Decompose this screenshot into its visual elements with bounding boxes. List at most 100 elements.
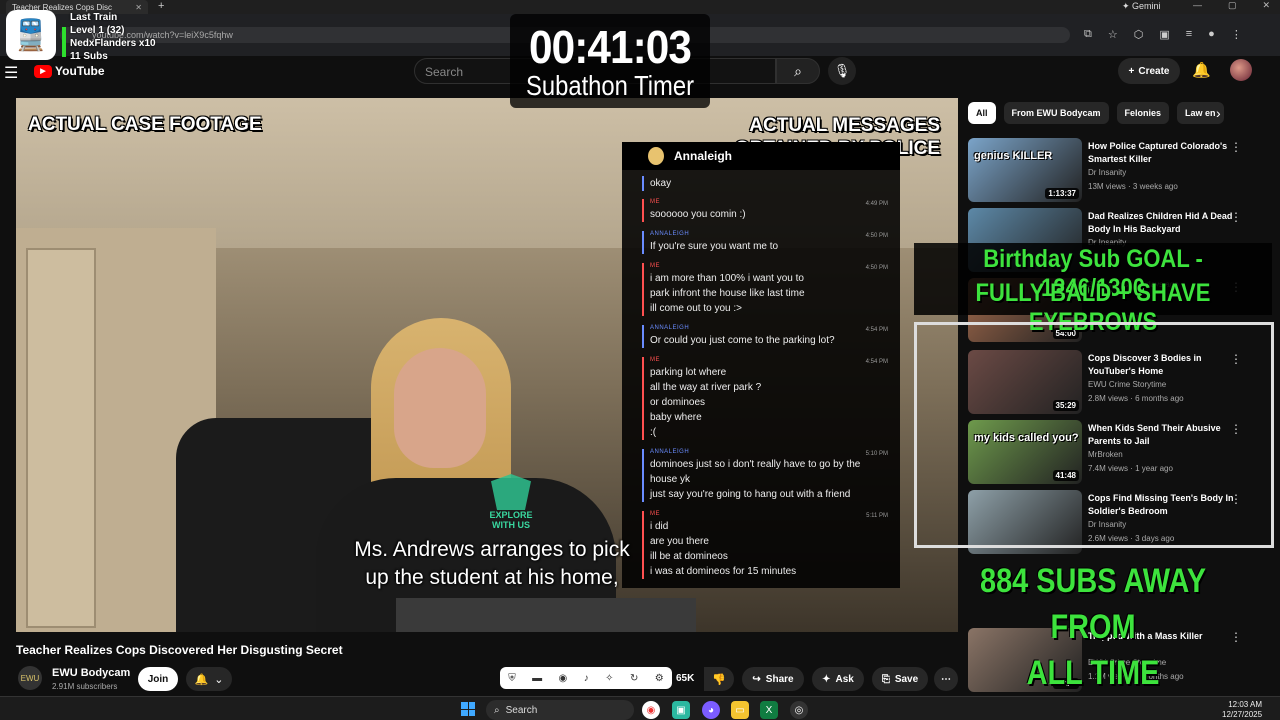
ask-button[interactable]: ✦ Ask	[812, 667, 864, 691]
more-options-icon[interactable]: ⋮	[1230, 140, 1242, 154]
shield-icon[interactable]: ⛨	[508, 673, 516, 684]
create-button[interactable]: + Create	[1118, 58, 1180, 84]
recommended-video-title[interactable]: How Police Captured Colorado's Smartest …	[1088, 140, 1238, 166]
pin-icon[interactable]: ✧	[605, 673, 613, 684]
chevron-right-icon[interactable]: ›	[1216, 105, 1221, 121]
video-scene-door	[26, 248, 96, 628]
stream-stats: Last Train Level 1 (32) NedxFlanders x10…	[70, 11, 156, 63]
more-options-icon[interactable]: ⋮	[1230, 210, 1242, 224]
app-icon-teal[interactable]: ▣	[672, 701, 690, 719]
dislike-button[interactable]: 👎	[704, 667, 734, 691]
recommended-video[interactable]: genius KILLER 1:13:37 How Police Captured …	[968, 138, 1268, 204]
video-subtitle: Ms. Andrews arranges to pick up the stud…	[312, 536, 672, 592]
refresh-icon[interactable]: ↻	[630, 673, 638, 684]
notifications-bell-icon[interactable]: 🔔	[1192, 61, 1211, 79]
video-camera-icon[interactable]: ▬	[532, 673, 542, 684]
message-time: 5:11 PM	[866, 513, 888, 519]
messages-panel: Annaleigh okay ME soooooo you comin :) 4:49…	[622, 142, 900, 588]
channel-name[interactable]: EWU Bodycam	[52, 667, 130, 679]
system-clock: 12:03 AM 12/27/2025	[1222, 700, 1262, 720]
filter-chip[interactable]: From EWU Bodycam	[1003, 102, 1109, 124]
minimize-icon[interactable]: —	[1193, 0, 1202, 11]
settings-icon[interactable]: ≡	[1186, 28, 1192, 41]
message-block: ANNALEIGH If you're sure you want me to	[642, 231, 778, 254]
gear-icon[interactable]: ⚙	[655, 673, 664, 684]
message-block: ANNALEIGH dominoes just so i don't really…	[642, 449, 860, 502]
message-block: ME i am more than 100% i want you to park …	[642, 263, 805, 316]
message-line: i did	[650, 521, 669, 532]
subs-away-line-1: 884 SUBS AWAY FROM	[980, 562, 1206, 646]
message-block: ME soooooo you comin :)	[642, 199, 746, 222]
message-sender: ME	[650, 357, 660, 363]
share-button[interactable]: ↪ Share	[742, 667, 804, 691]
subathon-timer: 00:41:03 Subathon Timer	[510, 14, 710, 108]
hamburger-menu-icon[interactable]: ☰	[4, 63, 18, 83]
message-line: :(	[650, 427, 657, 438]
file-explorer-icon[interactable]: ▭	[731, 701, 749, 719]
excel-app-icon[interactable]: X	[760, 701, 778, 719]
filter-chip[interactable]: Felonies	[1116, 102, 1170, 124]
chrome-app-icon[interactable]: ◉	[642, 701, 660, 719]
sparkle-icon: ✦	[822, 673, 831, 685]
bookmark-star-icon[interactable]: ☆	[1108, 28, 1118, 41]
message-line: just say you're going to hang out with a…	[650, 489, 851, 500]
message-block: okay	[642, 176, 671, 191]
message-time: 4:49 PM	[865, 201, 888, 207]
subtitle-line-1: Ms. Andrews arranges to pick	[354, 538, 630, 561]
like-count[interactable]: 65K	[676, 673, 694, 684]
message-line: If you're sure you want me to	[650, 241, 779, 252]
windows-start-icon[interactable]	[461, 702, 475, 716]
discord-app-icon[interactable]: ◕	[702, 701, 720, 719]
message-line: house yk	[650, 474, 691, 485]
recommended-video-title[interactable]: Dad Realizes Children Hid A Dead Body In…	[1088, 210, 1238, 236]
camera-icon[interactable]: ◉	[559, 673, 568, 684]
gemini-button[interactable]: ✦ Gemini	[1122, 1, 1161, 12]
message-line: park infront the house like last time	[650, 288, 805, 299]
new-tab-icon[interactable]: +	[158, 0, 164, 12]
video-thumbnail[interactable]: genius KILLER 1:13:37	[968, 138, 1082, 202]
ask-label: Ask	[835, 673, 854, 685]
more-menu-icon[interactable]: ⋮	[1231, 28, 1242, 41]
search-icon: ⌕	[794, 62, 802, 79]
maximize-icon[interactable]: ▢	[1228, 0, 1237, 11]
message-line: or dominoes	[650, 397, 706, 408]
taskbar-search[interactable]: ⌕ Search	[486, 700, 634, 720]
train-icon: 🚆	[6, 10, 56, 60]
message-line: baby where	[650, 412, 702, 423]
audio-icon[interactable]: ♪	[584, 673, 589, 684]
profile-icon[interactable]: ●	[1208, 28, 1215, 41]
channel-avatar[interactable]: EWU	[18, 666, 42, 690]
voice-search-button[interactable]: 🎙	[828, 57, 856, 85]
user-avatar[interactable]	[1230, 59, 1252, 81]
clock-date: 12/27/2025	[1222, 710, 1263, 719]
youtube-logo[interactable]: ▶ YouTube	[34, 64, 105, 78]
caption-case-footage: ACTUAL CASE FOOTAGE	[28, 114, 262, 135]
filter-chip[interactable]: All	[968, 102, 996, 124]
obs-app-icon[interactable]: ◎	[790, 701, 808, 719]
recommended-meta: 13M views · 3 weeks ago	[1088, 182, 1178, 191]
subscribe-notification-button[interactable]: 🔔 ⌄	[186, 667, 232, 691]
message-line: Or could you just come to the parking lo…	[650, 335, 835, 346]
message-line: okay	[650, 178, 672, 189]
message-sender: ANNALEIGH	[650, 325, 690, 331]
stat-line-3: NedxFlanders x10	[70, 38, 156, 49]
message-line: ill come out to you :>	[650, 303, 742, 314]
wolf-logo-icon	[491, 474, 531, 510]
browser-tab-strip: Teacher Realizes Cops Disc ✕ + ✦ Gemini …	[0, 0, 1280, 14]
watermark-text: EXPLORE WITH US	[489, 510, 533, 530]
sidebar-icon[interactable]: ▣	[1159, 28, 1169, 41]
message-sender: ME	[650, 199, 660, 205]
join-button[interactable]: Join	[138, 667, 178, 691]
gemini-label: Gemini	[1132, 1, 1161, 11]
bell-icon: 🔔	[194, 673, 209, 686]
recommended-channel[interactable]: Dr Insanity	[1088, 168, 1126, 177]
save-button[interactable]: ⎘ Save	[872, 667, 928, 691]
search-button[interactable]: ⌕	[776, 58, 820, 84]
thumbnail-text: genius KILLER	[974, 150, 1053, 162]
close-window-icon[interactable]: ✕	[1262, 0, 1270, 11]
contact-name: Annaleigh	[674, 149, 733, 163]
install-icon[interactable]: ⧉	[1084, 28, 1092, 41]
message-time: 5:10 PM	[865, 451, 888, 457]
extensions-icon[interactable]: ⬡	[1134, 28, 1144, 41]
explore-watermark: EXPLORE WITH US	[482, 474, 540, 530]
